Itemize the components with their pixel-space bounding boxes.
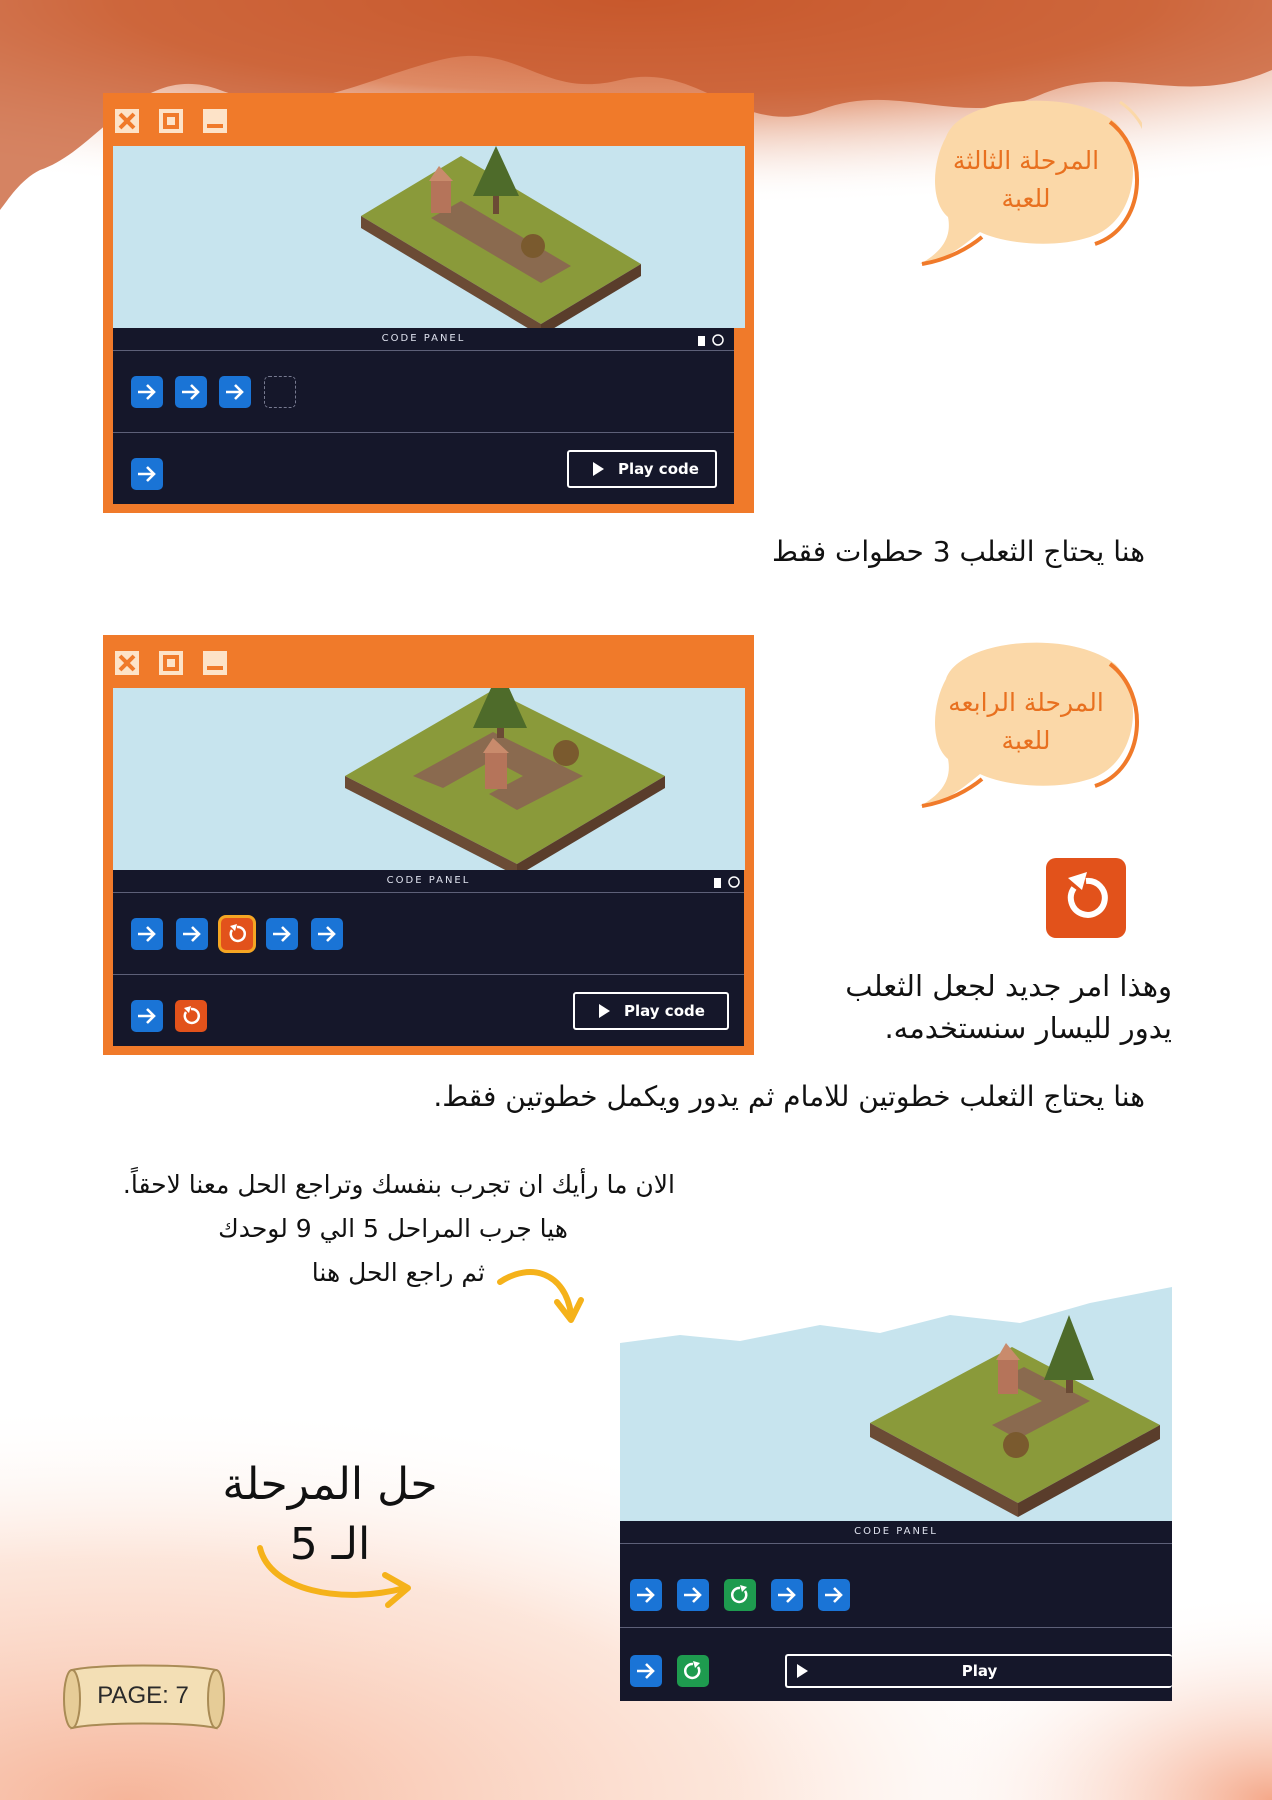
game-scene bbox=[113, 688, 745, 870]
bubble-title: المرحلة الثالثة bbox=[952, 146, 1100, 175]
code-panel-title: CODE PANEL bbox=[113, 328, 734, 351]
code-block-empty-slot[interactable] bbox=[264, 376, 296, 408]
code-block-forward[interactable] bbox=[219, 376, 251, 408]
code-block-turn-right[interactable] bbox=[724, 1579, 756, 1611]
trash-icon[interactable] bbox=[696, 333, 726, 347]
speech-bubble-level4: المرحلة الرابعه للعبة bbox=[910, 634, 1142, 814]
maximize-icon[interactable] bbox=[157, 107, 185, 135]
isometric-board bbox=[361, 146, 641, 328]
page-scroll-badge: PAGE: 7 bbox=[58, 1660, 228, 1736]
bubble-subtitle: للعبة bbox=[1001, 184, 1051, 213]
toolbox-block-forward[interactable] bbox=[131, 1000, 163, 1032]
play-code-button[interactable]: Play code bbox=[573, 992, 729, 1030]
code-block-turn-left[interactable] bbox=[221, 918, 253, 950]
pinecone-icon bbox=[553, 740, 579, 766]
play-icon bbox=[593, 462, 604, 476]
caption-level4: هنا يحتاج الثعلب خطوتين للامام ثم يدور و… bbox=[433, 1080, 1145, 1113]
curved-arrow-icon bbox=[497, 1269, 584, 1323]
code-block-forward[interactable] bbox=[771, 1579, 803, 1611]
toolbox-block-forward[interactable] bbox=[630, 1655, 662, 1687]
close-icon[interactable] bbox=[113, 107, 141, 135]
trash-icon[interactable] bbox=[712, 875, 742, 889]
code-block-forward[interactable] bbox=[176, 918, 208, 950]
play-button[interactable]: Play bbox=[785, 1654, 1172, 1688]
curved-arrow-icon bbox=[257, 1545, 411, 1608]
bubble-subtitle: للعبة bbox=[1001, 726, 1051, 755]
turn-left-icon bbox=[1046, 858, 1126, 938]
toolbox-block-turn-right[interactable] bbox=[677, 1655, 709, 1687]
pinecone-icon bbox=[1003, 1432, 1029, 1458]
toolbox-block-turn-left[interactable] bbox=[175, 1000, 207, 1032]
new-command-text: وهذا امر جديد لجعل الثعلب يدور لليسار سن… bbox=[845, 969, 1172, 1045]
isometric-board bbox=[345, 688, 665, 870]
page-number: PAGE: 7 bbox=[97, 1682, 189, 1709]
maximize-icon[interactable] bbox=[157, 649, 185, 677]
speech-bubble-level3: المرحلة الثالثة للعبة bbox=[910, 92, 1150, 272]
game-scene bbox=[620, 1287, 1172, 1521]
game-window-level4: CODE PANEL Play code bbox=[103, 635, 754, 1055]
play-icon bbox=[599, 1004, 610, 1018]
code-panel-title: CODE PANEL bbox=[113, 870, 744, 893]
try-yourself-text: الان ما رأيك ان تجرب بنفسك وتراجع الحل م… bbox=[122, 1170, 675, 1199]
review-solution-text: ثم راجع الحل هنا bbox=[311, 1258, 485, 1287]
close-icon[interactable] bbox=[113, 649, 141, 677]
code-block-forward[interactable] bbox=[818, 1579, 850, 1611]
code-block-forward[interactable] bbox=[311, 918, 343, 950]
toolbox-block-forward[interactable] bbox=[131, 458, 163, 490]
code-panel-title: CODE PANEL bbox=[620, 1521, 1172, 1544]
game-window-level3: CODE PANEL Play code bbox=[103, 93, 754, 513]
minimize-icon[interactable] bbox=[201, 649, 229, 677]
code-panel: CODE PANEL Play code bbox=[113, 328, 734, 504]
solution-screenshot: CODE PANEL Play bbox=[620, 1285, 1172, 1705]
pinecone-icon bbox=[521, 234, 545, 258]
code-block-forward[interactable] bbox=[131, 918, 163, 950]
minimize-icon[interactable] bbox=[201, 107, 229, 135]
code-block-forward[interactable] bbox=[630, 1579, 662, 1611]
code-block-forward[interactable] bbox=[131, 376, 163, 408]
try-levels-text: هيا جرب المراحل 5 الي 9 لوحدك bbox=[218, 1214, 568, 1243]
code-block-forward[interactable] bbox=[266, 918, 298, 950]
game-scene bbox=[113, 146, 745, 328]
bubble-title: المرحلة الرابعه bbox=[948, 688, 1104, 717]
code-block-forward[interactable] bbox=[677, 1579, 709, 1611]
code-block-forward[interactable] bbox=[175, 376, 207, 408]
play-code-button[interactable]: Play code bbox=[567, 450, 717, 488]
code-panel: CODE PANEL Play bbox=[620, 1521, 1172, 1701]
caption-level3: هنا يحتاج الثعلب 3 حطوات فقط bbox=[771, 535, 1145, 568]
code-panel: CODE PANEL Play code bbox=[113, 870, 744, 1046]
